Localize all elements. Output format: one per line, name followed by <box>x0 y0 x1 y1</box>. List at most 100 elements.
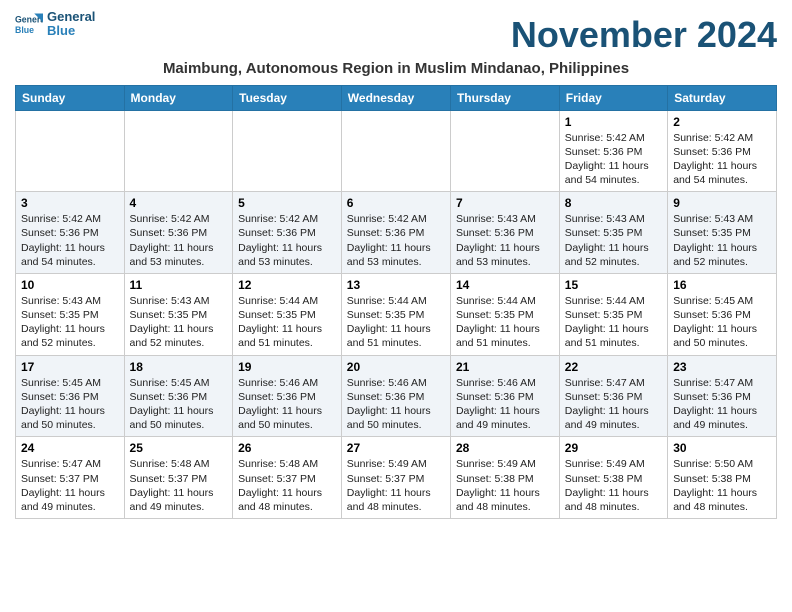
day-info: Sunrise: 5:43 AM Sunset: 5:35 PM Dayligh… <box>565 212 662 269</box>
calendar-cell <box>450 110 559 192</box>
calendar-week-row: 17 Sunrise: 5:45 AM Sunset: 5:36 PM Dayli… <box>16 355 777 437</box>
day-info: Sunrise: 5:43 AM Sunset: 5:35 PM Dayligh… <box>21 294 119 351</box>
day-number: 21 <box>456 360 554 374</box>
day-number: 14 <box>456 278 554 292</box>
day-number: 19 <box>238 360 336 374</box>
calendar-cell: 7 Sunrise: 5:43 AM Sunset: 5:36 PM Daylig… <box>450 192 559 274</box>
calendar-header-sunday: Sunday <box>16 85 125 110</box>
calendar-cell: 18Sunrise: 5:45 AM Sunset: 5:36 PM Dayli… <box>124 355 233 437</box>
calendar-header-tuesday: Tuesday <box>233 85 342 110</box>
day-info: Sunrise: 5:42 AM Sunset: 5:36 PM Dayligh… <box>673 131 771 188</box>
day-number: 6 <box>347 196 445 210</box>
day-info: Sunrise: 5:44 AM Sunset: 5:35 PM Dayligh… <box>347 294 445 351</box>
calendar-cell <box>233 110 342 192</box>
day-info: Sunrise: 5:43 AM Sunset: 5:36 PM Dayligh… <box>456 212 554 269</box>
day-number: 12 <box>238 278 336 292</box>
calendar-header-monday: Monday <box>124 85 233 110</box>
calendar-cell: 15 Sunrise: 5:44 AM Sunset: 5:35 PM Dayli… <box>559 273 667 355</box>
calendar-cell: 28 Sunrise: 5:49 AM Sunset: 5:38 PM Dayli… <box>450 437 559 519</box>
calendar-cell: 24Sunrise: 5:47 AM Sunset: 5:37 PM Dayli… <box>16 437 125 519</box>
day-number: 3 <box>21 196 119 210</box>
day-number: 25 <box>130 441 228 455</box>
day-number: 15 <box>565 278 662 292</box>
calendar-cell: 20Sunrise: 5:46 AM Sunset: 5:36 PM Dayli… <box>341 355 450 437</box>
day-number: 1 <box>565 115 662 129</box>
calendar-cell: 25 Sunrise: 5:48 AM Sunset: 5:37 PM Dayli… <box>124 437 233 519</box>
day-info: Sunrise: 5:46 AM Sunset: 5:36 PM Dayligh… <box>347 376 445 433</box>
calendar-table: SundayMondayTuesdayWednesdayThursdayFrid… <box>15 85 777 519</box>
calendar-header-friday: Friday <box>559 85 667 110</box>
calendar-week-row: 10 Sunrise: 5:43 AM Sunset: 5:35 PM Dayli… <box>16 273 777 355</box>
calendar-week-row: 1 Sunrise: 5:42 AM Sunset: 5:36 PM Daylig… <box>16 110 777 192</box>
day-info: Sunrise: 5:50 AM Sunset: 5:38 PM Dayligh… <box>673 457 771 514</box>
day-number: 17 <box>21 360 119 374</box>
day-info: Sunrise: 5:42 AM Sunset: 5:36 PM Dayligh… <box>21 212 119 269</box>
day-number: 27 <box>347 441 445 455</box>
calendar-cell: 13 Sunrise: 5:44 AM Sunset: 5:35 PM Dayli… <box>341 273 450 355</box>
calendar-header-saturday: Saturday <box>668 85 777 110</box>
day-info: Sunrise: 5:46 AM Sunset: 5:36 PM Dayligh… <box>238 376 336 433</box>
calendar-cell <box>341 110 450 192</box>
day-info: Sunrise: 5:44 AM Sunset: 5:35 PM Dayligh… <box>238 294 336 351</box>
calendar-header-wednesday: Wednesday <box>341 85 450 110</box>
day-info: Sunrise: 5:42 AM Sunset: 5:36 PM Dayligh… <box>238 212 336 269</box>
calendar-cell: 9Sunrise: 5:43 AM Sunset: 5:35 PM Daylig… <box>668 192 777 274</box>
day-info: Sunrise: 5:43 AM Sunset: 5:35 PM Dayligh… <box>130 294 228 351</box>
calendar-cell: 12 Sunrise: 5:44 AM Sunset: 5:35 PM Dayli… <box>233 273 342 355</box>
day-info: Sunrise: 5:46 AM Sunset: 5:36 PM Dayligh… <box>456 376 554 433</box>
logo-line1: General <box>47 10 95 24</box>
day-info: Sunrise: 5:45 AM Sunset: 5:36 PM Dayligh… <box>673 294 771 351</box>
day-number: 18 <box>130 360 228 374</box>
day-info: Sunrise: 5:47 AM Sunset: 5:36 PM Dayligh… <box>565 376 662 433</box>
calendar-cell: 5 Sunrise: 5:42 AM Sunset: 5:36 PM Daylig… <box>233 192 342 274</box>
day-info: Sunrise: 5:44 AM Sunset: 5:35 PM Dayligh… <box>456 294 554 351</box>
day-number: 28 <box>456 441 554 455</box>
calendar-cell: 26 Sunrise: 5:48 AM Sunset: 5:37 PM Dayli… <box>233 437 342 519</box>
day-number: 23 <box>673 360 771 374</box>
day-info: Sunrise: 5:49 AM Sunset: 5:37 PM Dayligh… <box>347 457 445 514</box>
calendar-cell: 29 Sunrise: 5:49 AM Sunset: 5:38 PM Dayli… <box>559 437 667 519</box>
day-number: 10 <box>21 278 119 292</box>
day-info: Sunrise: 5:42 AM Sunset: 5:36 PM Dayligh… <box>347 212 445 269</box>
logo-line2: Blue <box>47 24 95 38</box>
calendar-week-row: 3 Sunrise: 5:42 AM Sunset: 5:36 PM Daylig… <box>16 192 777 274</box>
calendar-cell: 4Sunrise: 5:42 AM Sunset: 5:36 PM Daylig… <box>124 192 233 274</box>
day-number: 5 <box>238 196 336 210</box>
calendar-cell <box>124 110 233 192</box>
day-number: 26 <box>238 441 336 455</box>
calendar-cell: 19 Sunrise: 5:46 AM Sunset: 5:36 PM Dayli… <box>233 355 342 437</box>
calendar-cell: 10 Sunrise: 5:43 AM Sunset: 5:35 PM Dayli… <box>16 273 125 355</box>
day-number: 13 <box>347 278 445 292</box>
day-info: Sunrise: 5:47 AM Sunset: 5:36 PM Dayligh… <box>673 376 771 433</box>
day-info: Sunrise: 5:48 AM Sunset: 5:37 PM Dayligh… <box>130 457 228 514</box>
day-info: Sunrise: 5:49 AM Sunset: 5:38 PM Dayligh… <box>456 457 554 514</box>
calendar-cell: 27 Sunrise: 5:49 AM Sunset: 5:37 PM Dayli… <box>341 437 450 519</box>
calendar-cell: 11 Sunrise: 5:43 AM Sunset: 5:35 PM Dayli… <box>124 273 233 355</box>
day-number: 8 <box>565 196 662 210</box>
day-number: 22 <box>565 360 662 374</box>
day-info: Sunrise: 5:45 AM Sunset: 5:36 PM Dayligh… <box>21 376 119 433</box>
month-title: November 2024 <box>15 14 777 56</box>
calendar-cell: 8 Sunrise: 5:43 AM Sunset: 5:35 PM Daylig… <box>559 192 667 274</box>
day-number: 29 <box>565 441 662 455</box>
day-number: 7 <box>456 196 554 210</box>
day-info: Sunrise: 5:42 AM Sunset: 5:36 PM Dayligh… <box>130 212 228 269</box>
calendar-cell: 3 Sunrise: 5:42 AM Sunset: 5:36 PM Daylig… <box>16 192 125 274</box>
calendar-cell: 21 Sunrise: 5:46 AM Sunset: 5:36 PM Dayli… <box>450 355 559 437</box>
day-info: Sunrise: 5:48 AM Sunset: 5:37 PM Dayligh… <box>238 457 336 514</box>
calendar-cell: 23 Sunrise: 5:47 AM Sunset: 5:36 PM Dayli… <box>668 355 777 437</box>
header: General Blue General Blue November 2024 <box>15 10 777 56</box>
day-number: 24 <box>21 441 119 455</box>
calendar-cell: 30Sunrise: 5:50 AM Sunset: 5:38 PM Dayli… <box>668 437 777 519</box>
calendar-header-row: SundayMondayTuesdayWednesdayThursdayFrid… <box>16 85 777 110</box>
day-info: Sunrise: 5:42 AM Sunset: 5:36 PM Dayligh… <box>565 131 662 188</box>
calendar-week-row: 24Sunrise: 5:47 AM Sunset: 5:37 PM Dayli… <box>16 437 777 519</box>
day-number: 16 <box>673 278 771 292</box>
day-info: Sunrise: 5:49 AM Sunset: 5:38 PM Dayligh… <box>565 457 662 514</box>
location-title: Maimbung, Autonomous Region in Muslim Mi… <box>15 60 777 77</box>
day-info: Sunrise: 5:44 AM Sunset: 5:35 PM Dayligh… <box>565 294 662 351</box>
day-number: 11 <box>130 278 228 292</box>
calendar-cell: 1 Sunrise: 5:42 AM Sunset: 5:36 PM Daylig… <box>559 110 667 192</box>
calendar-cell: 22 Sunrise: 5:47 AM Sunset: 5:36 PM Dayli… <box>559 355 667 437</box>
calendar-cell: 14 Sunrise: 5:44 AM Sunset: 5:35 PM Dayli… <box>450 273 559 355</box>
